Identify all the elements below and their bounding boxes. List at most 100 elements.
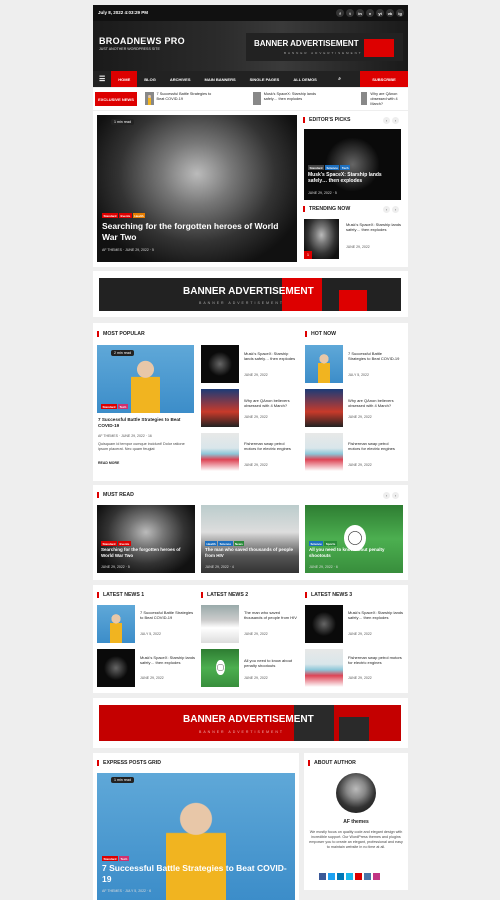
- list-item-image[interactable]: [201, 345, 239, 383]
- must-read-title: MUST READ: [97, 492, 134, 498]
- card-title[interactable]: The man who saved thousands of people fr…: [205, 547, 297, 558]
- trending-number: 1: [304, 251, 312, 259]
- hero-title[interactable]: Searching for the forgotten heroes of Wo…: [102, 221, 292, 242]
- list-item-image[interactable]: [97, 605, 135, 643]
- most-popular-title: MOST POPULAR: [97, 331, 145, 337]
- nav-blog[interactable]: BLOG: [137, 71, 163, 87]
- list-item-image[interactable]: [305, 389, 343, 427]
- list-item-date: JUNE 29, 2022: [244, 676, 268, 680]
- author-name[interactable]: AF themes: [308, 819, 404, 825]
- list-item-image[interactable]: [97, 649, 135, 687]
- twitter-icon[interactable]: [328, 873, 335, 880]
- next-arrow-icon[interactable]: ›: [392, 206, 399, 213]
- linkedin-icon[interactable]: in: [356, 9, 364, 17]
- list-item-title[interactable]: 7 Successful Battle Strategies to Beat C…: [140, 610, 195, 621]
- banner-ad[interactable]: BANNER ADVERTISEMENT BANNER ADVERTISEMEN…: [99, 705, 401, 741]
- editors-picks-title: EDITOR'S PICKS: [303, 117, 351, 123]
- next-arrow-icon[interactable]: ›: [392, 117, 399, 124]
- must-read-image[interactable]: [201, 505, 299, 573]
- vk-icon[interactable]: vk: [386, 9, 394, 17]
- header-banner-ad[interactable]: BANNER ADVERTISEMENT BANNER ADVERTISEMEN…: [246, 33, 403, 61]
- trending-title: TRENDING NOW: [303, 206, 350, 212]
- list-item-image[interactable]: [305, 345, 343, 383]
- list-item-image[interactable]: [201, 389, 239, 427]
- list-item-title[interactable]: Why are QAnon believers obsessed with 4 …: [244, 398, 296, 409]
- list-item-image[interactable]: [305, 433, 343, 471]
- list-item-title[interactable]: 7 Successful Battle Strategies to Beat C…: [348, 351, 401, 362]
- list-item-date: JULY 5, 2022: [348, 373, 369, 377]
- list-item-title[interactable]: Fisherman swap petrol motors for electri…: [244, 441, 296, 452]
- list-item-title[interactable]: Why are QAnon believers obsessed with 4 …: [348, 398, 401, 409]
- list-item-title[interactable]: Fisherman swap petrol motors for electri…: [348, 441, 401, 452]
- list-item-date: JULY 5, 2022: [140, 632, 161, 636]
- vk-icon[interactable]: [364, 873, 371, 880]
- prev-arrow-icon[interactable]: ‹: [383, 206, 390, 213]
- search-icon[interactable]: ⌕: [331, 71, 348, 87]
- list-item-image[interactable]: [305, 649, 343, 687]
- editors-arrows: ‹ ›: [383, 117, 399, 124]
- list-item-title[interactable]: Musk's SpaceX: Starship lands safely… th…: [348, 610, 403, 621]
- nav-all-demos[interactable]: ALL DEMOS: [286, 71, 323, 87]
- card-tags: Standard Events: [101, 541, 131, 547]
- latest-news-1-title: LATEST NEWS 1: [97, 592, 144, 598]
- read-time: 1 min read: [111, 777, 134, 783]
- latest-news-3-title: LATEST NEWS 3: [305, 592, 352, 598]
- banner-title: BANNER ADVERTISEMENT: [183, 714, 314, 725]
- prev-arrow-icon[interactable]: ‹: [383, 492, 390, 499]
- list-item-title[interactable]: Musk's SpaceX: Starship lands safely… th…: [140, 655, 195, 666]
- nav-home[interactable]: HOME: [111, 71, 138, 87]
- ticker-item[interactable]: Musk's SpaceX: Starship lands safely… th…: [253, 92, 323, 105]
- card-title[interactable]: All you need to know about penalty shoot…: [309, 547, 401, 558]
- main-nav: ☰ HOME BLOG ARCHIVES MAIN BANNERS SINGLE…: [93, 71, 408, 87]
- nav-single-pages[interactable]: SINGLE PAGES: [243, 71, 287, 87]
- subscribe-button[interactable]: SUBSCRIBE: [360, 71, 408, 87]
- ticker-item[interactable]: 7 Successful Battle Strategies to Beat C…: [145, 92, 215, 105]
- social-links: f t in v yt vk ig: [336, 9, 404, 17]
- list-item-title[interactable]: Fisherman swap petrol motors for electri…: [348, 655, 403, 666]
- express-post-title[interactable]: 7 Successful Battle Strategies to Beat C…: [102, 863, 287, 884]
- youtube-icon[interactable]: yt: [376, 9, 384, 17]
- list-item-title[interactable]: Musk's SpaceX: Starship lands safely… th…: [244, 351, 296, 362]
- popular-excerpt: Quisquam id tempor cumque incidunt! Dolo…: [98, 442, 185, 451]
- banner-ad[interactable]: BANNER ADVERTISEMENT BANNER ADVERTISEMEN…: [99, 278, 401, 311]
- express-meta: AF THEMES · JULY 5, 2022 · 6: [102, 889, 152, 893]
- hero-tags: Standard Events Health: [102, 213, 146, 219]
- vimeo-icon[interactable]: v: [366, 9, 374, 17]
- list-item-date: JUNE 29, 2022: [348, 463, 372, 467]
- next-arrow-icon[interactable]: ›: [392, 492, 399, 499]
- list-item-image[interactable]: [201, 605, 239, 643]
- youtube-icon[interactable]: [355, 873, 362, 880]
- instagram-icon[interactable]: ig: [396, 9, 404, 17]
- linkedin-icon[interactable]: [337, 873, 344, 880]
- trending-post-title[interactable]: Musk's SpaceX: Starship lands safely… th…: [346, 222, 401, 233]
- site-logo[interactable]: BROADNEWS PRO: [99, 36, 185, 46]
- facebook-icon[interactable]: f: [336, 9, 344, 17]
- must-read-image[interactable]: [97, 505, 195, 573]
- list-item-image[interactable]: [305, 605, 343, 643]
- about-author-title: ABOUT AUTHOR: [308, 760, 356, 766]
- list-item-title[interactable]: The man who saved thousands of people fr…: [244, 610, 299, 621]
- list-item-title[interactable]: All you need to know about penalty shoot…: [244, 658, 299, 669]
- ticker-item[interactable]: Why are QAnon obsessed with 4 March?: [361, 92, 407, 107]
- nav-archives[interactable]: ARCHIVES: [163, 71, 198, 87]
- list-item-image[interactable]: [201, 433, 239, 471]
- read-more-link[interactable]: READ MORE: [98, 461, 119, 465]
- card-tags: Health Science News: [205, 541, 245, 547]
- instagram-icon[interactable]: [373, 873, 380, 880]
- site-header: BROADNEWS PRO JUST ANOTHER WORDPRESS SIT…: [93, 21, 408, 71]
- list-item-image[interactable]: [201, 649, 239, 687]
- prev-arrow-icon[interactable]: ‹: [383, 117, 390, 124]
- list-item-date: JUNE 29, 2022: [348, 676, 372, 680]
- vimeo-icon[interactable]: [346, 873, 353, 880]
- must-read-image[interactable]: [305, 505, 403, 573]
- menu-toggle-icon[interactable]: ☰: [93, 71, 111, 87]
- editors-post-title[interactable]: Musk's SpaceX: Starship lands safely… th…: [308, 172, 398, 185]
- card-title[interactable]: Searching for the forgotten heroes of Wo…: [101, 547, 193, 558]
- popular-main-title[interactable]: 7 Successful Battle Strategies to Beat C…: [98, 417, 194, 429]
- author-avatar: [336, 773, 376, 813]
- trending-arrows: ‹ ›: [383, 206, 399, 213]
- facebook-icon[interactable]: [319, 873, 326, 880]
- nav-main-banners[interactable]: MAIN BANNERS: [198, 71, 243, 87]
- banner-title: BANNER ADVERTISEMENT: [254, 39, 359, 48]
- twitter-icon[interactable]: t: [346, 9, 354, 17]
